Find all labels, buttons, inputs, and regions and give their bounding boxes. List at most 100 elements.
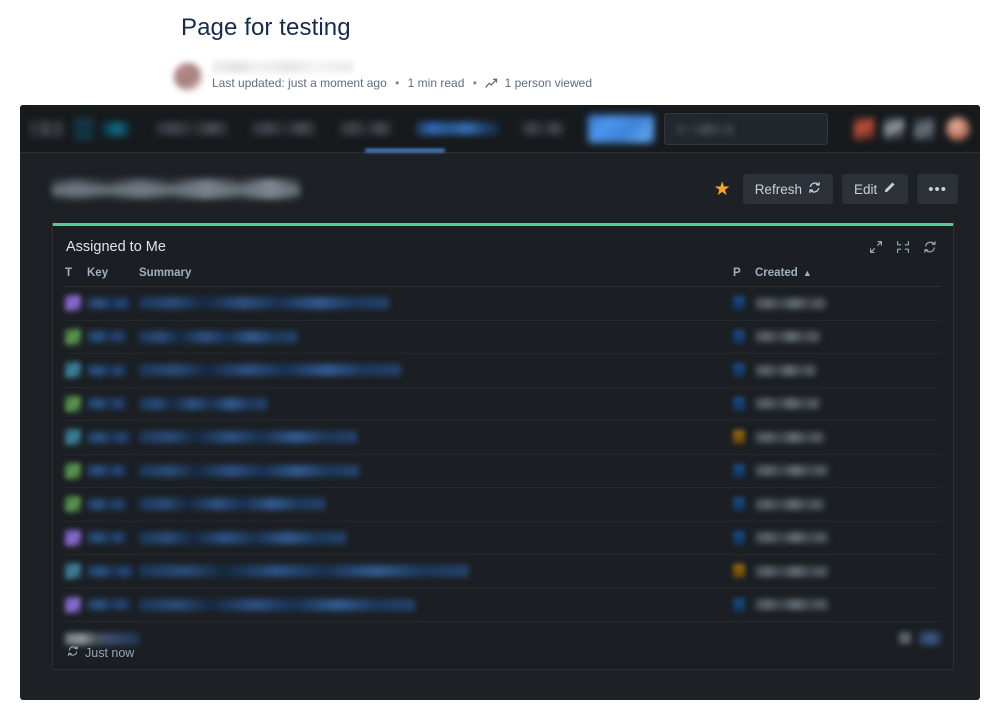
settings-icon[interactable] — [914, 118, 934, 140]
refresh-icon[interactable] — [923, 240, 937, 254]
issue-summary-link[interactable] — [139, 498, 325, 510]
table-row[interactable] — [65, 522, 941, 556]
search-input[interactable] — [664, 113, 828, 145]
column-header-priority[interactable]: P — [733, 267, 755, 279]
pencil-icon — [883, 181, 896, 197]
table-row[interactable] — [65, 455, 941, 489]
issue-key-link[interactable] — [87, 365, 127, 376]
issue-summary-link[interactable] — [139, 431, 357, 443]
issue-key-link[interactable] — [87, 432, 131, 443]
author-avatar — [174, 63, 202, 91]
refresh-button[interactable]: Refresh — [743, 174, 833, 204]
expand-icon[interactable] — [869, 240, 883, 254]
table-body — [65, 287, 941, 622]
issue-key-link[interactable] — [87, 566, 135, 577]
last-updated-text: Last updated: just a moment ago — [212, 76, 387, 90]
product-logo-icon[interactable] — [102, 122, 130, 136]
issue-summary-link[interactable] — [139, 565, 469, 577]
nav-item-1[interactable] — [156, 122, 228, 135]
footer-result-count-redacted — [65, 633, 139, 645]
app-content-header: ★ Refresh Edit ••• — [20, 153, 980, 217]
table-row[interactable] — [65, 321, 941, 355]
issue-summary-link[interactable] — [139, 465, 359, 477]
issue-type-icon — [65, 563, 81, 579]
notifications-icon[interactable] — [854, 118, 874, 140]
issue-summary-link[interactable] — [139, 364, 401, 376]
table-row[interactable] — [65, 555, 941, 589]
issue-type-icon — [65, 463, 81, 479]
priority-icon — [733, 564, 745, 578]
column-header-created[interactable]: Created ▲ — [755, 267, 833, 279]
issue-type-icon — [65, 429, 81, 445]
more-actions-button[interactable]: ••• — [917, 174, 958, 204]
footer-pagination — [899, 632, 941, 645]
collapse-icon[interactable] — [896, 240, 910, 254]
nav-item-3[interactable] — [340, 122, 392, 135]
user-avatar[interactable] — [946, 117, 970, 141]
issue-key-link[interactable] — [87, 532, 127, 543]
priority-icon — [733, 363, 745, 377]
table-row[interactable] — [65, 488, 941, 522]
panel-tools — [869, 240, 937, 254]
pagination-next-redacted[interactable] — [919, 632, 941, 645]
help-icon[interactable] — [884, 118, 904, 140]
created-date — [755, 331, 821, 342]
created-date — [755, 432, 825, 443]
issue-summary-link[interactable] — [139, 297, 389, 309]
refresh-icon[interactable] — [67, 645, 79, 660]
app-logo[interactable] — [30, 121, 64, 137]
page-header: Page for testing Last updated: just a mo… — [0, 0, 999, 92]
header-actions: ★ Refresh Edit ••• — [714, 174, 958, 204]
issue-type-icon — [65, 530, 81, 546]
table-footer — [53, 622, 953, 645]
edit-button[interactable]: Edit — [842, 174, 908, 204]
issue-type-icon — [65, 396, 81, 412]
issue-summary-link[interactable] — [139, 532, 346, 544]
nav-active-indicator — [365, 149, 445, 152]
column-header-summary[interactable]: Summary — [139, 267, 733, 279]
trend-chart-icon — [485, 78, 498, 92]
issue-type-icon — [65, 597, 81, 613]
refresh-icon — [808, 181, 821, 197]
page-title: Page for testing — [181, 14, 999, 42]
issue-summary-link[interactable] — [139, 599, 415, 611]
issue-key-link[interactable] — [87, 599, 131, 610]
column-header-key[interactable]: Key — [87, 267, 139, 279]
nav-item-4-active[interactable] — [416, 122, 498, 135]
created-date — [755, 566, 829, 577]
column-header-type[interactable]: T — [65, 267, 87, 279]
byline-separator-1: • — [395, 76, 399, 90]
issue-key-link[interactable] — [87, 331, 127, 342]
nav-item-5[interactable] — [522, 122, 564, 135]
issue-summary-link[interactable] — [139, 398, 267, 410]
table-row[interactable] — [65, 388, 941, 422]
panel-title: Assigned to Me — [66, 239, 166, 255]
create-button[interactable] — [588, 115, 654, 143]
apps-grid-icon[interactable] — [74, 118, 94, 140]
pagination-prev-redacted[interactable] — [899, 632, 911, 644]
issues-table: T Key Summary P Created ▲ — [53, 267, 953, 622]
issue-key-link[interactable] — [87, 398, 127, 409]
table-row[interactable] — [65, 354, 941, 388]
panel-status-text: Just now — [85, 646, 134, 660]
created-date — [755, 298, 827, 309]
star-icon[interactable]: ★ — [714, 180, 731, 199]
assigned-to-me-panel: Assigned to Me T Key Summary P — [52, 223, 954, 670]
priority-icon — [733, 397, 745, 411]
priority-icon — [733, 330, 745, 344]
issue-key-link[interactable] — [87, 465, 127, 476]
issue-key-link[interactable] — [87, 298, 131, 309]
top-navigation-bar — [20, 105, 980, 153]
table-row[interactable] — [65, 421, 941, 455]
table-row[interactable] — [65, 287, 941, 321]
created-date — [755, 599, 829, 610]
nav-item-2[interactable] — [252, 122, 316, 135]
issue-type-icon — [65, 295, 81, 311]
column-header-created-label: Created — [755, 267, 798, 279]
issue-summary-link[interactable] — [139, 331, 297, 343]
issue-key-link[interactable] — [87, 499, 127, 510]
sort-ascending-icon: ▲ — [803, 268, 812, 278]
table-row[interactable] — [65, 589, 941, 623]
issue-type-icon — [65, 329, 81, 345]
priority-icon — [733, 430, 745, 444]
